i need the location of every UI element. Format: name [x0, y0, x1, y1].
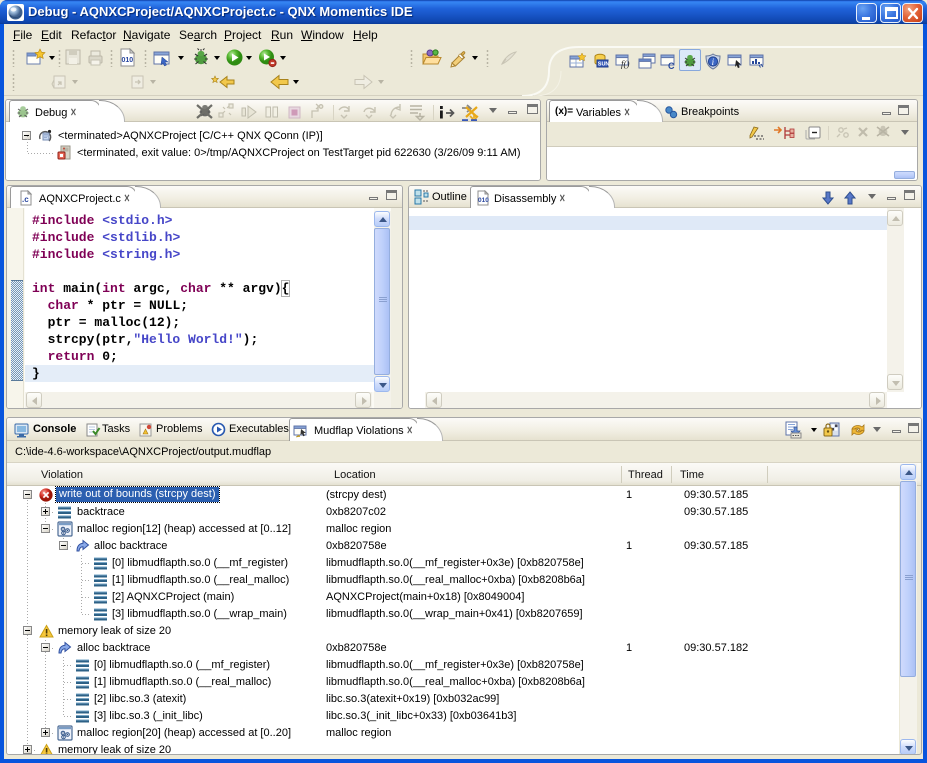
svg-text:010: 010	[122, 57, 134, 64]
svg-text:f(): f()	[621, 59, 630, 69]
svg-text:C: C	[668, 61, 675, 71]
svg-text:SUN: SUN	[598, 62, 610, 68]
svg-text:.c: .c	[22, 195, 29, 204]
svg-text:010: 010	[478, 197, 489, 204]
